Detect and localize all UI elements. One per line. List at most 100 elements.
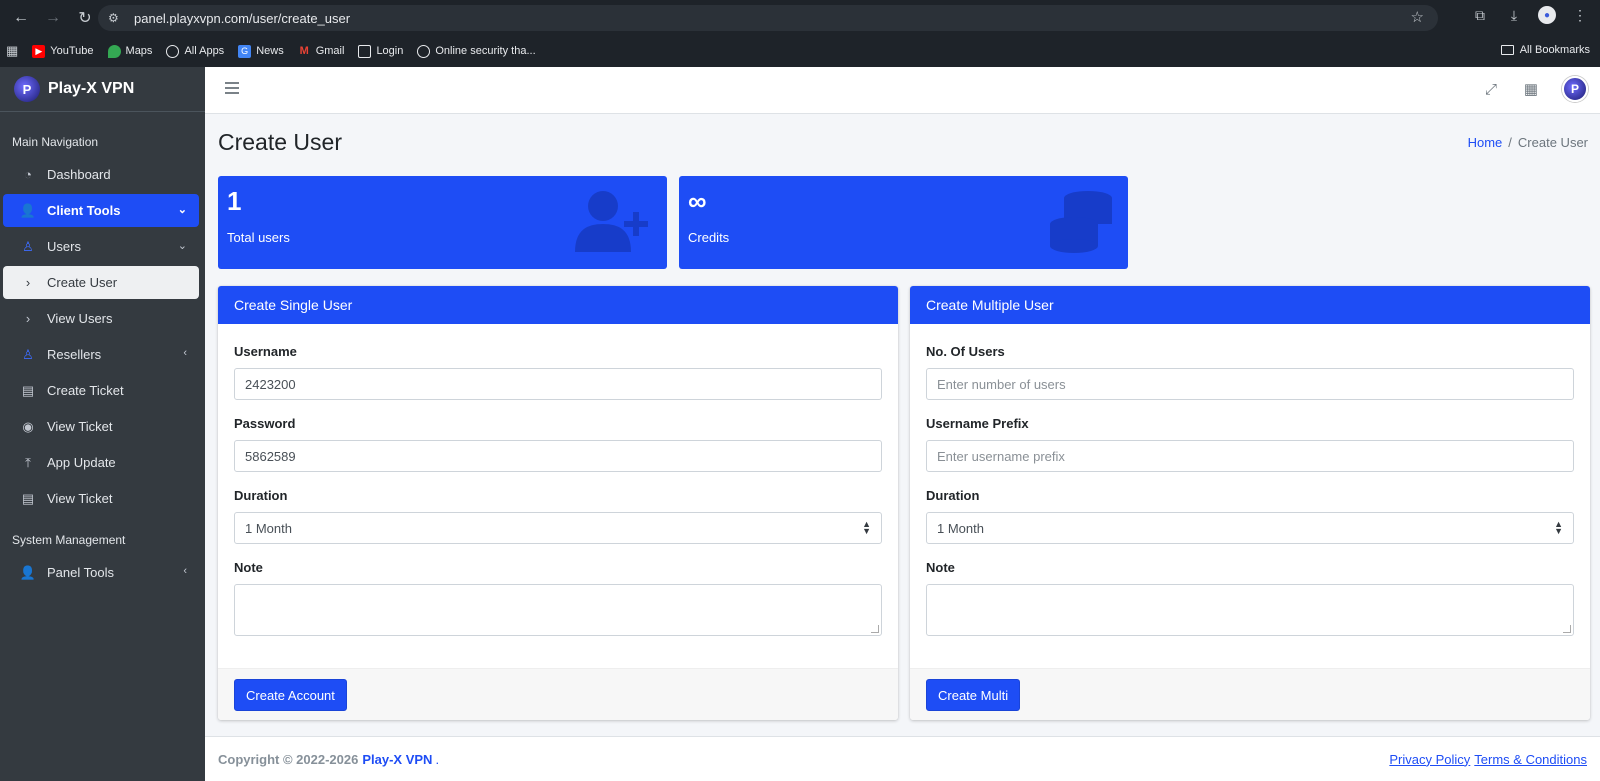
card-title: Create Multiple User: [910, 286, 1590, 324]
sidebar-item-app-update[interactable]: ⤒ App Update: [3, 446, 199, 479]
bookmark-star-icon[interactable]: ☆: [1411, 8, 1424, 26]
bookmark-maps[interactable]: Maps: [107, 44, 152, 58]
download-icon[interactable]: ⤓: [1504, 5, 1524, 25]
note-textarea[interactable]: [926, 584, 1574, 636]
chevron-down-icon: ⌄: [177, 204, 187, 216]
content-header: Create User Home / Create User: [205, 114, 1600, 171]
credits-value: ∞: [688, 186, 707, 216]
ticket-icon: ▤: [21, 382, 35, 398]
sidebar-item-create-user[interactable]: › Create User: [3, 266, 199, 299]
card-footer: Create Multi: [910, 668, 1590, 720]
username-prefix-label: Username Prefix: [926, 416, 1029, 431]
sidebar-item-client-tools[interactable]: 👤 Client Tools ⌄: [3, 194, 199, 227]
page-title: Create User: [218, 129, 342, 155]
footer-brand-link[interactable]: Play-X VPN: [362, 752, 432, 767]
user-icon: 👤: [19, 202, 37, 218]
breadcrumb-home[interactable]: Home: [1468, 135, 1503, 150]
resize-handle-icon[interactable]: [1563, 625, 1571, 633]
user-outline-icon: ♙: [22, 238, 34, 254]
total-users-box: 1 Total users: [218, 176, 667, 269]
bookmark-news[interactable]: G News: [238, 44, 284, 58]
sidebar-item-resellers[interactable]: ♙ Resellers ‹: [3, 338, 199, 371]
news-icon: G: [238, 44, 252, 58]
maps-icon: [107, 44, 121, 58]
breadcrumb: Home / Create User: [1468, 135, 1588, 150]
eye-icon: ◉: [22, 418, 34, 434]
url-text: panel.playxvpn.com/user/create_user: [134, 10, 351, 26]
bookmark-all-apps[interactable]: All Apps: [166, 44, 224, 58]
brand-link[interactable]: P Play-X VPN: [0, 67, 205, 112]
note-label: Note: [234, 560, 263, 575]
sidebar-item-users[interactable]: ♙ Users ⌄: [3, 230, 199, 263]
total-users-label: Total users: [227, 230, 290, 245]
brand-name: Play-X VPN: [48, 80, 135, 97]
more-menu-icon[interactable]: ⋮: [1570, 5, 1590, 25]
ticket-icon: ▤: [21, 490, 35, 506]
credits-box: ∞ Credits: [679, 176, 1128, 269]
create-single-user-card: Create Single User Username 2423200 Pass…: [218, 286, 898, 720]
folder-icon: [1500, 45, 1514, 55]
nav-header-main: Main Navigation: [12, 135, 99, 149]
sidebar-item-create-ticket[interactable]: ▤ Create Ticket: [3, 374, 199, 407]
site-settings-icon[interactable]: ⚙: [108, 11, 124, 25]
create-account-button[interactable]: Create Account: [234, 679, 347, 711]
terms-link[interactable]: Terms & Conditions: [1474, 752, 1587, 767]
apps-grid-icon[interactable]: ▦: [6, 43, 18, 59]
bookmark-gmail[interactable]: M Gmail: [298, 45, 345, 58]
sidebar-item-view-users[interactable]: › View Users: [3, 302, 199, 335]
create-multi-button[interactable]: Create Multi: [926, 679, 1021, 711]
fullscreen-icon[interactable]: ⤢: [1482, 80, 1500, 98]
reload-icon[interactable]: ↻: [72, 5, 98, 31]
bookmark-login[interactable]: Login: [358, 44, 403, 58]
breadcrumb-separator: /: [1508, 135, 1512, 150]
create-multiple-user-card: Create Multiple User No. Of Users Enter …: [910, 286, 1590, 720]
card-footer: Create Account: [218, 668, 898, 720]
chevron-down-icon: ⌄: [177, 240, 187, 252]
username-prefix-input[interactable]: Enter username prefix: [926, 440, 1574, 472]
address-bar[interactable]: ⚙ panel.playxvpn.com/user/create_user ☆: [98, 5, 1438, 31]
select-arrows-icon: ▲ ▼: [862, 519, 871, 536]
all-bookmarks[interactable]: All Bookmarks: [1500, 44, 1590, 56]
sidebar-item-view-ticket[interactable]: ◉ View Ticket: [3, 410, 199, 443]
grid-icon[interactable]: ▦: [1522, 80, 1540, 98]
top-navbar: ⤢ ▦ P: [205, 67, 1600, 114]
user-count-label: No. Of Users: [926, 344, 1005, 359]
main-content: ⤢ ▦ P Create User Home / Create User 1 T…: [205, 67, 1600, 781]
user-plus-icon: [575, 191, 648, 252]
globe-icon: [417, 44, 431, 58]
duration-label: Duration: [926, 488, 980, 503]
duration-select[interactable]: 1 Month ▲ ▼: [234, 512, 882, 544]
menu-toggle-icon[interactable]: [225, 82, 239, 97]
chevron-left-icon: ‹: [183, 347, 187, 359]
extensions-icon[interactable]: ⧉: [1470, 5, 1490, 25]
username-input[interactable]: 2423200: [234, 368, 882, 400]
youtube-icon: ▶: [32, 44, 46, 58]
upload-icon: ⤒: [25, 454, 31, 470]
card-title: Create Single User: [218, 286, 898, 324]
back-icon[interactable]: ←: [8, 5, 34, 31]
note-textarea[interactable]: [234, 584, 882, 636]
forward-icon[interactable]: →: [40, 5, 66, 31]
login-icon: [358, 44, 372, 58]
privacy-policy-link[interactable]: Privacy Policy: [1389, 752, 1470, 767]
chevron-right-icon: ›: [25, 275, 31, 290]
sidebar-item-dashboard[interactable]: ◔ Dashboard: [3, 158, 199, 191]
sidebar-item-view-ticket-2[interactable]: ▤ View Ticket: [3, 482, 199, 515]
credits-label: Credits: [688, 230, 730, 245]
nav-header-system: System Management: [12, 533, 126, 547]
profile-icon[interactable]: ●: [1538, 6, 1556, 24]
bookmark-online-security[interactable]: Online security tha...: [417, 44, 536, 58]
sidebar-item-panel-tools[interactable]: 👤 Panel Tools ‹: [3, 556, 199, 589]
note-label: Note: [926, 560, 955, 575]
avatar[interactable]: P: [1562, 76, 1588, 102]
user-count-input[interactable]: Enter number of users: [926, 368, 1574, 400]
select-arrows-icon: ▲ ▼: [1554, 519, 1563, 536]
total-users-value: 1: [227, 186, 242, 216]
chevron-left-icon: ‹: [183, 565, 187, 577]
password-input[interactable]: 5862589: [234, 440, 882, 472]
resize-handle-icon[interactable]: [871, 625, 879, 633]
duration-select[interactable]: 1 Month ▲ ▼: [926, 512, 1574, 544]
gmail-icon: M: [299, 45, 309, 57]
bookmark-youtube[interactable]: ▶ YouTube: [32, 44, 94, 58]
page-footer: Copyright © 2022-2026 Play-X VPN . Priva…: [205, 736, 1600, 781]
